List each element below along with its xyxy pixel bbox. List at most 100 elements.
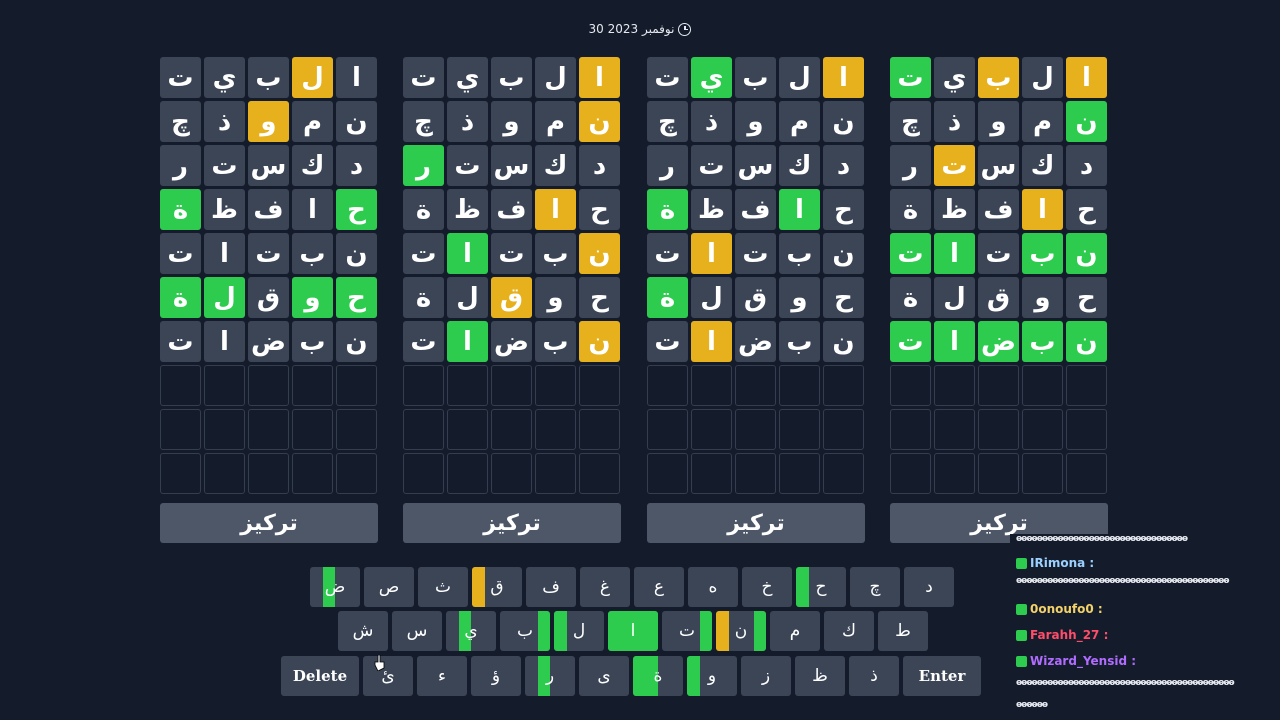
empty-tile — [1022, 453, 1063, 494]
key-label: ن — [734, 621, 748, 641]
tile: چ — [160, 101, 201, 142]
letter-key[interactable]: ز — [741, 656, 791, 696]
empty-tile — [579, 453, 620, 494]
tile: ن — [1066, 101, 1107, 142]
key-label: خ — [761, 577, 773, 597]
letter-key[interactable]: ض — [310, 567, 360, 607]
letter-key[interactable]: ع — [634, 567, 684, 607]
tile: ا — [579, 57, 620, 98]
tile: و — [735, 101, 776, 142]
tile: م — [292, 101, 333, 142]
tile: ب — [292, 233, 333, 274]
tile: ت — [978, 233, 1019, 274]
letter-key[interactable]: ش — [338, 611, 388, 651]
tile: ح — [823, 189, 864, 230]
letter-key[interactable]: و — [687, 656, 737, 696]
tile: ن — [823, 101, 864, 142]
letter-key[interactable]: ص — [364, 567, 414, 607]
letter-key[interactable]: ب — [500, 611, 550, 651]
letter-key[interactable]: ء — [417, 656, 467, 696]
letter-key[interactable]: ث — [418, 567, 468, 607]
key-label: غ — [599, 577, 611, 597]
letter-key[interactable]: ك — [824, 611, 874, 651]
tile: ذ — [691, 101, 732, 142]
letter-key[interactable]: ظ — [795, 656, 845, 696]
tile: ا — [535, 189, 576, 230]
enter-key[interactable]: Enter — [903, 656, 981, 696]
letter-key[interactable]: ى — [579, 656, 629, 696]
empty-tile — [1022, 409, 1063, 450]
tile: ت — [403, 57, 444, 98]
tile: ة — [160, 189, 201, 230]
letter-key[interactable]: ل — [554, 611, 604, 651]
letter-key[interactable]: ر — [525, 656, 575, 696]
tile: ف — [491, 189, 532, 230]
key-label: ا — [630, 621, 636, 641]
focus-button[interactable]: تركيز — [160, 503, 378, 543]
empty-tile — [535, 365, 576, 406]
date-header: 30 نوفمبر 2023 — [0, 22, 1280, 36]
user-badge-icon — [1016, 557, 1027, 569]
tile: ف — [978, 189, 1019, 230]
tile: ي — [204, 57, 245, 98]
key-label: ء — [438, 666, 446, 686]
letter-key[interactable]: ف — [526, 567, 576, 607]
tile: ن — [579, 321, 620, 362]
tile: ي — [447, 57, 488, 98]
tile: ا — [934, 321, 975, 362]
letter-key[interactable]: ت — [662, 611, 712, 651]
tile: ل — [447, 277, 488, 318]
chat-username: Farahh_27 : — [1030, 628, 1109, 642]
tile: ن — [1066, 233, 1107, 274]
letter-key[interactable]: خ — [742, 567, 792, 607]
letter-key[interactable]: ؤ — [471, 656, 521, 696]
date-text: 30 نوفمبر 2023 — [588, 22, 675, 36]
empty-tile — [823, 409, 864, 450]
focus-button[interactable]: تركيز — [403, 503, 621, 543]
letter-key[interactable]: ط — [878, 611, 928, 651]
tile: ل — [535, 57, 576, 98]
tile: ك — [779, 145, 820, 186]
letter-key[interactable]: ن — [716, 611, 766, 651]
empty-tile — [160, 453, 201, 494]
empty-tile — [735, 409, 776, 450]
tile: ذ — [204, 101, 245, 142]
letter-key[interactable]: چ — [850, 567, 900, 607]
key-label: ذ — [870, 666, 878, 686]
tile: ر — [890, 145, 931, 186]
chat-line: IRimona : — [1016, 556, 1094, 570]
board-status-marker — [753, 611, 766, 651]
tile: م — [535, 101, 576, 142]
letter-key[interactable]: س — [392, 611, 442, 651]
tile: ت — [890, 233, 931, 274]
letter-key[interactable]: ه — [688, 567, 738, 607]
tile: ض — [248, 321, 289, 362]
tile: ن — [336, 233, 377, 274]
letter-key[interactable]: ق — [472, 567, 522, 607]
focus-button[interactable]: تركيز — [647, 503, 865, 543]
tile: ذ — [934, 101, 975, 142]
tile: ح — [823, 277, 864, 318]
letter-key[interactable]: غ — [580, 567, 630, 607]
chat-message: ⱺⱺⱺⱺⱺⱺⱺⱺⱺⱺⱺⱺⱺⱺⱺⱺⱺⱺⱺⱺⱺⱺⱺⱺⱺⱺⱺⱺⱺⱺⱺⱺⱺ — [1016, 534, 1188, 544]
key-label: د — [925, 577, 933, 597]
letter-key[interactable]: د — [904, 567, 954, 607]
tile: ظ — [447, 189, 488, 230]
key-label: ص — [378, 577, 400, 597]
letter-key[interactable]: ي — [446, 611, 496, 651]
letter-key[interactable]: ح — [796, 567, 846, 607]
delete-key[interactable]: Delete — [281, 656, 359, 696]
empty-tile — [160, 409, 201, 450]
tile: ل — [292, 57, 333, 98]
letter-key[interactable]: ة — [633, 656, 683, 696]
key-label: ل — [572, 621, 586, 641]
chat-message: ⱺⱺⱺⱺⱺⱺⱺⱺⱺⱺⱺⱺⱺⱺⱺⱺⱺⱺⱺⱺⱺⱺⱺⱺⱺⱺⱺⱺⱺⱺⱺⱺⱺⱺⱺⱺⱺⱺⱺⱺ… — [1016, 678, 1235, 688]
tile: ب — [1022, 233, 1063, 274]
letter-key[interactable]: ا — [608, 611, 658, 651]
tile: ت — [204, 145, 245, 186]
tile: م — [779, 101, 820, 142]
letter-key[interactable]: ئ — [363, 656, 413, 696]
tile: د — [823, 145, 864, 186]
letter-key[interactable]: م — [770, 611, 820, 651]
letter-key[interactable]: ذ — [849, 656, 899, 696]
